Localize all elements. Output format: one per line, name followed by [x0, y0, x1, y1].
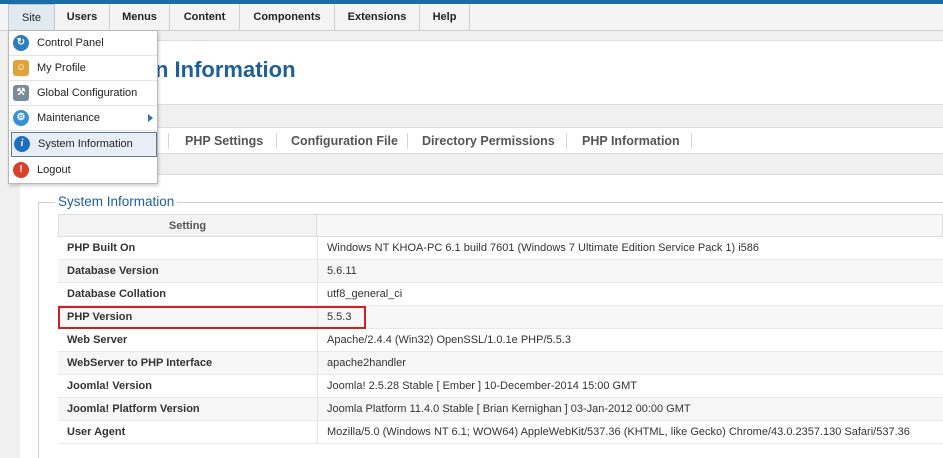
- menu-item-label: Global Configuration: [37, 87, 138, 99]
- menu-item-system-information[interactable]: i System Information: [11, 132, 157, 157]
- row-key: Joomla! Platform Version: [67, 403, 200, 415]
- tab-directory-permissions[interactable]: Directory Permissions: [422, 128, 555, 154]
- row-value: 5.6.11: [327, 265, 357, 277]
- info-icon: i: [14, 136, 30, 152]
- menu-content[interactable]: Content: [170, 4, 240, 31]
- tab-divider: [168, 133, 169, 149]
- table-row: User Agent Mozilla/5.0 (Windows NT 6.1; W…: [58, 421, 943, 444]
- tab-divider: [407, 133, 408, 149]
- submenu-arrow-icon: [148, 114, 153, 122]
- row-key: Database Version: [67, 265, 159, 277]
- row-value: Apache/2.4.4 (Win32) OpenSSL/1.0.1e PHP/…: [327, 334, 571, 346]
- menu-item-maintenance[interactable]: ⚙ Maintenance: [9, 106, 157, 131]
- row-key: WebServer to PHP Interface: [67, 357, 213, 369]
- cell-divider: [317, 398, 318, 421]
- menu-menus[interactable]: Menus: [110, 4, 170, 31]
- tab-php-information[interactable]: PHP Information: [582, 128, 680, 154]
- menu-item-label: Control Panel: [37, 37, 104, 49]
- row-value: Joomla! 2.5.28 Stable [ Ember ] 10-Decem…: [327, 380, 637, 392]
- tab-divider: [276, 133, 277, 149]
- menu-users[interactable]: Users: [55, 4, 110, 31]
- row-value: Mozilla/5.0 (Windows NT 6.1; WOW64) Appl…: [327, 426, 910, 438]
- row-key: PHP Built On: [67, 242, 136, 254]
- cell-divider: [317, 329, 318, 352]
- row-value: Windows NT KHOA-PC 6.1 build 7601 (Windo…: [327, 242, 760, 254]
- tab-divider: [691, 133, 692, 149]
- tools-icon: ⚒: [13, 85, 29, 101]
- menu-item-control-panel[interactable]: ↻ Control Panel: [9, 31, 157, 56]
- menu-item-label: My Profile: [37, 62, 86, 74]
- user-icon: ☺: [13, 60, 29, 76]
- table-row: Database Collation utf8_general_ci: [58, 283, 943, 306]
- row-key: Joomla! Version: [67, 380, 152, 392]
- menu-site[interactable]: Site: [8, 4, 55, 31]
- cell-divider: [317, 352, 318, 375]
- tab-php-settings[interactable]: PHP Settings: [185, 128, 263, 154]
- gear-icon: ⚙: [13, 110, 29, 126]
- menu-item-global-configuration[interactable]: ⚒ Global Configuration: [9, 81, 157, 106]
- table-row: Web Server Apache/2.4.4 (Win32) OpenSSL/1…: [58, 329, 943, 352]
- php-version-highlight-box: [58, 306, 366, 329]
- tab-divider: [566, 133, 567, 149]
- table-row: PHP Built On Windows NT KHOA-PC 6.1 build…: [58, 237, 943, 260]
- cell-divider: [317, 237, 318, 260]
- site-dropdown-menu: ↻ Control Panel ☺ My Profile ⚒ Global Co…: [8, 30, 158, 184]
- menu-components[interactable]: Components: [240, 4, 335, 31]
- menu-item-label: System Information: [38, 138, 133, 150]
- menu-help[interactable]: Help: [420, 4, 470, 31]
- cell-divider: [317, 421, 318, 444]
- logout-icon: !: [13, 162, 29, 178]
- table-row: WebServer to PHP Interface apache2handler: [58, 352, 943, 375]
- main-menubar: Site Users Menus Content Components Exte…: [0, 4, 943, 31]
- menu-item-my-profile[interactable]: ☺ My Profile: [9, 56, 157, 81]
- table-row: Database Version 5.6.11: [58, 260, 943, 283]
- row-key: User Agent: [67, 426, 126, 438]
- table-row: Joomla! Platform Version Joomla Platform …: [58, 398, 943, 421]
- menu-extensions[interactable]: Extensions: [335, 4, 420, 31]
- row-key: Web Server: [67, 334, 128, 346]
- cell-divider: [317, 283, 318, 306]
- tab-configuration-file[interactable]: Configuration File: [291, 128, 398, 154]
- menu-item-logout[interactable]: ! Logout: [9, 158, 157, 183]
- row-value: apache2handler: [327, 357, 406, 369]
- row-value: utf8_general_ci: [327, 288, 403, 300]
- cell-divider: [317, 260, 318, 283]
- menu-item-label: Maintenance: [37, 112, 100, 124]
- column-header-setting: Setting: [58, 214, 317, 237]
- system-info-table: Setting PHP Built On Windows NT KHOA-PC 6…: [58, 214, 943, 444]
- row-key: Database Collation: [67, 288, 167, 300]
- menu-item-label: Logout: [37, 164, 71, 176]
- table-header: Setting: [58, 214, 943, 237]
- control-panel-icon: ↻: [13, 35, 29, 51]
- row-value: Joomla Platform 11.4.0 Stable [ Brian Ke…: [327, 403, 691, 415]
- table-row: Joomla! Version Joomla! 2.5.28 Stable [ E…: [58, 375, 943, 398]
- page-title: n Information: [155, 57, 296, 82]
- fieldset-legend: System Information: [55, 194, 178, 209]
- column-header-value: [317, 214, 943, 237]
- info-tabs: PHP Settings Configuration File Director…: [20, 127, 943, 154]
- cell-divider: [317, 375, 318, 398]
